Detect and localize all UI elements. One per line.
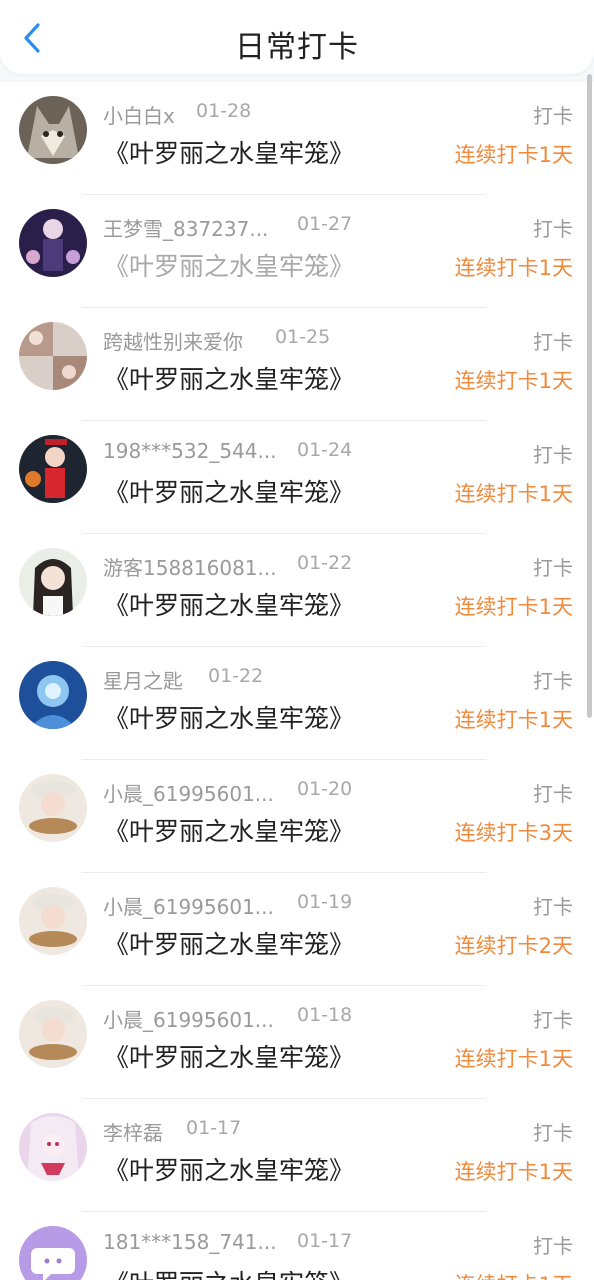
streak-text: 连续打卡1天 <box>454 708 573 732</box>
book-title[interactable]: 《叶罗丽之水皇牢笼》 <box>104 1038 354 1074</box>
username: 王梦雪_837237... <box>103 217 269 241</box>
book-title[interactable]: 《叶罗丽之水皇牢笼》 <box>104 134 354 170</box>
streak-text: 连续打卡1天 <box>454 143 573 167</box>
username: 跨越性别来爱你 <box>103 330 243 354</box>
checkin-screen: 日常打卡 小白白x 01-28 打卡 《叶罗丽之水皇牢笼》 连续打卡1天 王梦雪… <box>0 0 594 1280</box>
avatar[interactable] <box>19 1000 87 1068</box>
checkin-date: 01-27 <box>297 213 353 235</box>
checkin-date: 01-28 <box>196 100 252 122</box>
avatar[interactable] <box>19 774 87 842</box>
checkin-date: 01-17 <box>186 1117 242 1139</box>
scrollbar[interactable] <box>587 74 592 718</box>
avatar[interactable] <box>19 887 87 955</box>
checkin-date: 01-24 <box>297 439 353 461</box>
checkin-tag: 打卡 <box>533 1121 573 1145</box>
avatar[interactable] <box>19 96 87 164</box>
username: 游客158816081... <box>103 556 277 580</box>
checkin-tag: 打卡 <box>533 782 573 806</box>
checkin-tag: 打卡 <box>533 1234 573 1258</box>
streak-text: 连续打卡1天 <box>454 369 573 393</box>
streak-text: 连续打卡2天 <box>454 934 573 958</box>
avatar[interactable] <box>19 435 87 503</box>
book-title[interactable]: 《叶罗丽之水皇牢笼》 <box>104 1151 354 1187</box>
checkin-tag: 打卡 <box>533 1008 573 1032</box>
checkin-date: 01-19 <box>297 891 353 913</box>
streak-text: 连续打卡1天 <box>454 1047 573 1071</box>
list-item[interactable]: 198***532_544... 01-24 打卡 《叶罗丽之水皇牢笼》 连续打… <box>0 421 594 534</box>
avatar[interactable] <box>19 1226 87 1280</box>
checkin-date: 01-20 <box>297 778 353 800</box>
username: 小晨_61995601... <box>103 895 274 919</box>
username: 小晨_61995601... <box>103 1008 274 1032</box>
list-item[interactable]: 小白白x 01-28 打卡 《叶罗丽之水皇牢笼》 连续打卡1天 <box>0 82 594 195</box>
list-item[interactable]: 李梓磊 01-17 打卡 《叶罗丽之水皇牢笼》 连续打卡1天 <box>0 1099 594 1212</box>
book-title[interactable]: 《叶罗丽之水皇牢笼》 <box>104 586 354 622</box>
list-item[interactable]: 游客158816081... 01-22 打卡 《叶罗丽之水皇牢笼》 连续打卡1… <box>0 534 594 647</box>
username: 181***158_741... <box>103 1230 277 1254</box>
checkin-tag: 打卡 <box>533 217 573 241</box>
checkin-list: 小白白x 01-28 打卡 《叶罗丽之水皇牢笼》 连续打卡1天 王梦雪_8372… <box>0 82 594 1280</box>
username: 李梓磊 <box>103 1121 163 1145</box>
checkin-tag: 打卡 <box>533 669 573 693</box>
username: 小白白x <box>103 104 175 128</box>
checkin-tag: 打卡 <box>533 895 573 919</box>
avatar[interactable] <box>19 209 87 277</box>
streak-text: 连续打卡1天 <box>455 1269 573 1280</box>
book-title[interactable]: 《叶罗丽之水皇牢笼》 <box>104 473 354 509</box>
list-item[interactable]: 跨越性别来爱你 01-25 打卡 《叶罗丽之水皇牢笼》 连续打卡1天 <box>0 308 594 421</box>
checkin-date: 01-17 <box>297 1230 353 1252</box>
avatar[interactable] <box>19 322 87 390</box>
checkin-tag: 打卡 <box>533 556 573 580</box>
top-bar: 日常打卡 <box>0 0 594 74</box>
checkin-tag: 打卡 <box>533 104 573 128</box>
list-item[interactable]: 星月之匙 01-22 打卡 《叶罗丽之水皇牢笼》 连续打卡1天 <box>0 647 594 760</box>
avatar[interactable] <box>19 1113 87 1181</box>
book-title[interactable]: 《叶罗丽之水皇牢笼》 <box>104 812 354 848</box>
streak-text: 连续打卡1天 <box>454 482 573 506</box>
checkin-date: 01-25 <box>275 326 331 348</box>
streak-text: 连续打卡1天 <box>454 256 573 280</box>
username: 小晨_61995601... <box>103 782 274 806</box>
book-title[interactable]: 《叶罗丽之水皇牢笼》 <box>104 360 354 396</box>
streak-text: 连续打卡3天 <box>454 821 573 845</box>
list-item[interactable]: 小晨_61995601... 01-20 打卡 《叶罗丽之水皇牢笼》 连续打卡3… <box>0 760 594 873</box>
page-title: 日常打卡 <box>235 30 359 65</box>
checkin-tag: 打卡 <box>533 330 573 354</box>
list-item[interactable]: 王梦雪_837237... 01-27 打卡 《叶罗丽之水皇牢笼》 连续打卡1天 <box>0 195 594 308</box>
username: 星月之匙 <box>103 669 183 693</box>
checkin-date: 01-18 <box>297 1004 353 1026</box>
streak-text: 连续打卡1天 <box>454 595 573 619</box>
book-title[interactable]: 《叶罗丽之水皇牢笼》 <box>104 925 354 961</box>
list-item[interactable]: 小晨_61995601... 01-19 打卡 《叶罗丽之水皇牢笼》 连续打卡2… <box>0 873 594 986</box>
checkin-tag: 打卡 <box>533 443 573 467</box>
avatar[interactable] <box>19 548 87 616</box>
book-title[interactable]: 《叶罗丽之水皇牢笼》 <box>104 247 354 283</box>
checkin-date: 01-22 <box>208 665 264 687</box>
checkin-date: 01-22 <box>297 552 353 574</box>
streak-text: 连续打卡1天 <box>454 1160 573 1184</box>
book-title[interactable]: 《叶罗丽之水皇牢笼》 <box>104 1264 354 1280</box>
avatar[interactable] <box>19 661 87 729</box>
username: 198***532_544... <box>103 439 277 463</box>
list-item[interactable]: 小晨_61995601... 01-18 打卡 《叶罗丽之水皇牢笼》 连续打卡1… <box>0 986 594 1099</box>
book-title[interactable]: 《叶罗丽之水皇牢笼》 <box>104 699 354 735</box>
list-item[interactable]: 181***158_741... 01-17 打卡 《叶罗丽之水皇牢笼》 连续打… <box>0 1212 594 1280</box>
